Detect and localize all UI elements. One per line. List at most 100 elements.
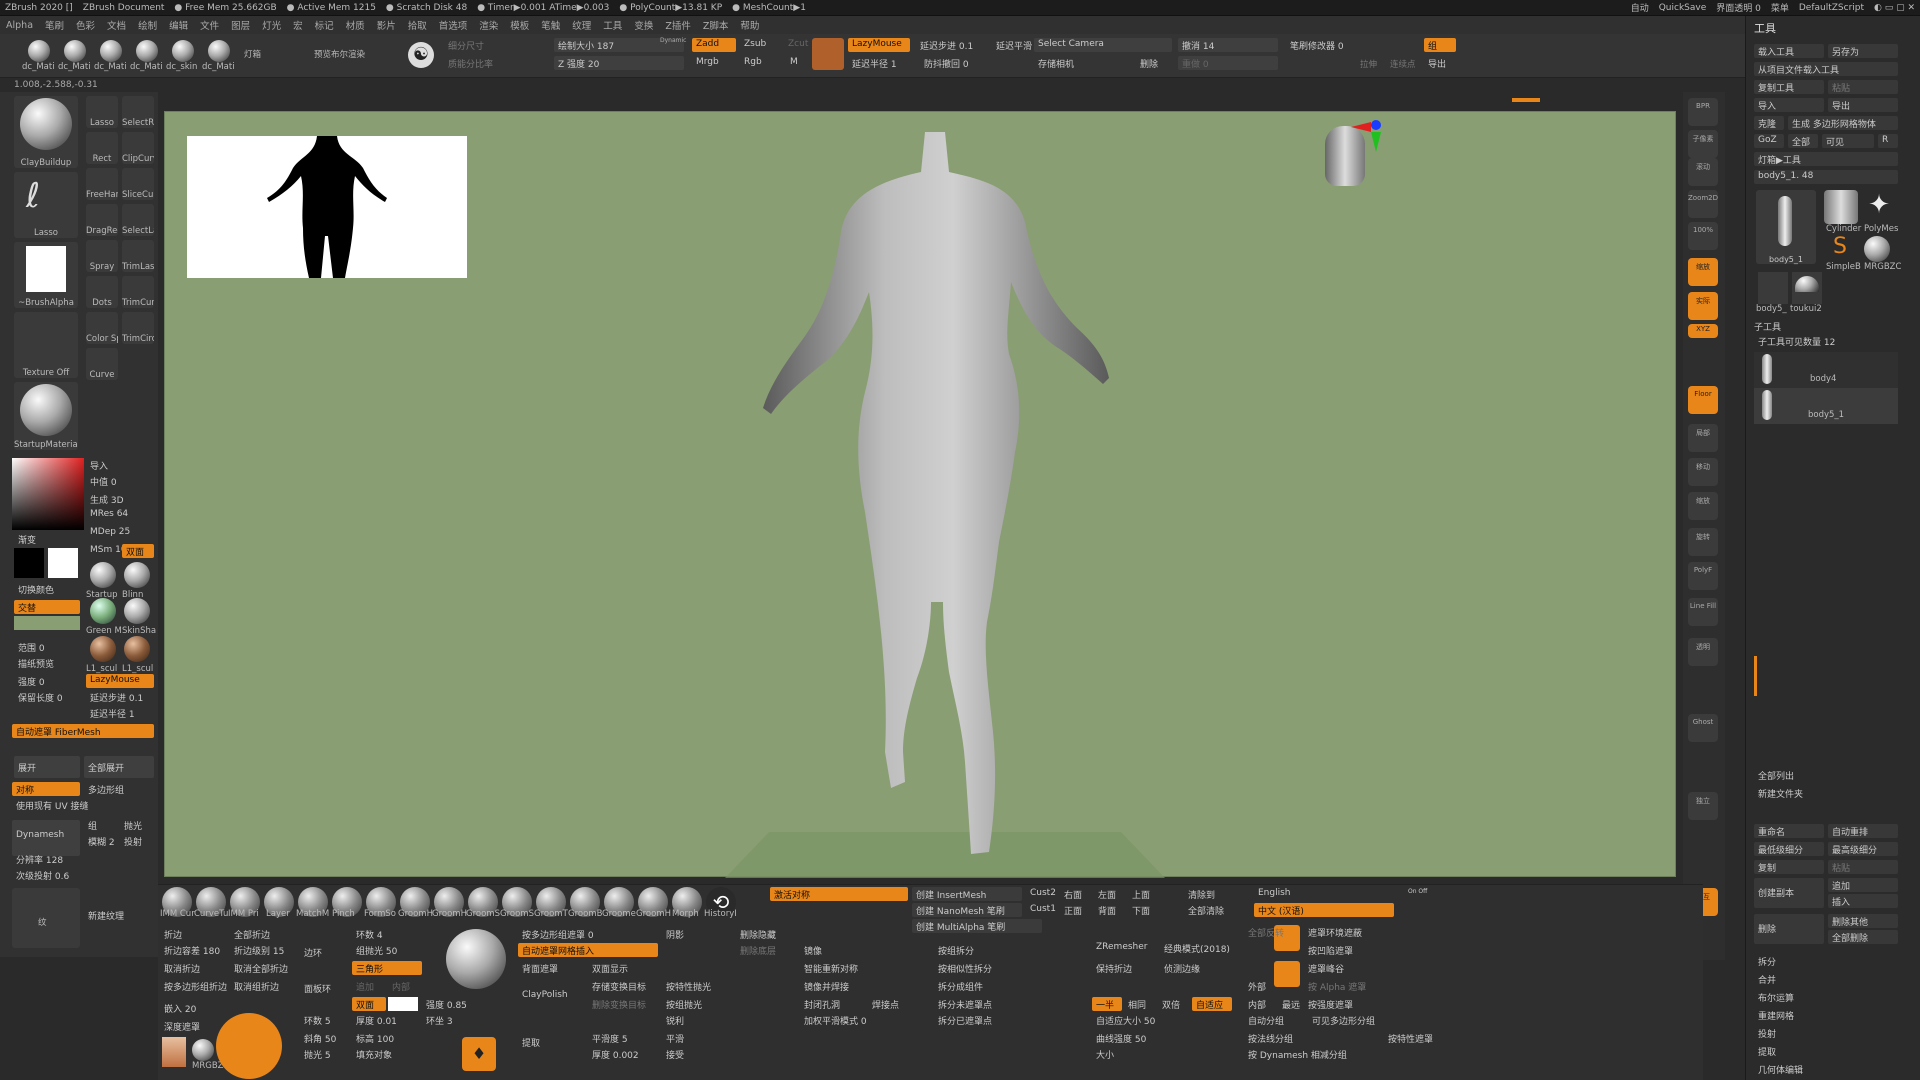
inner-toggle[interactable]: 内部 (1244, 997, 1272, 1011)
subtool-item-selected[interactable]: body5_1 (1754, 388, 1898, 424)
material-startup[interactable] (90, 562, 116, 588)
current-tool-slider[interactable]: body5_1. 48 (1754, 170, 1898, 184)
bpr-render-button[interactable]: BPR (1688, 98, 1718, 126)
selectlasso-button[interactable]: SelectLa (122, 204, 154, 236)
rotate-button[interactable]: 旋转 (1688, 528, 1718, 556)
import-button[interactable]: 导入 (1754, 98, 1824, 112)
create-insertmesh-button[interactable]: 创建 InsertMesh (912, 887, 1022, 901)
menu-item[interactable]: 灯光 (262, 18, 281, 32)
append-button[interactable]: 追加 (1828, 878, 1898, 892)
visible-polygroup-button[interactable]: 可见多边形分组 (1308, 1013, 1408, 1027)
normal-group-button[interactable]: 按法线分组 (1244, 1031, 1304, 1045)
embed-slider[interactable]: 嵌入 20 (160, 1001, 230, 1015)
menu-item[interactable]: 文件 (200, 18, 219, 32)
solo-button[interactable]: 独立 (1688, 792, 1718, 820)
double-sided-toggle[interactable]: 双面 (122, 544, 154, 558)
clear-all-button[interactable]: 全部清除 (1184, 903, 1244, 917)
lazyradius-slider[interactable]: 延迟半径 1 (86, 706, 154, 720)
auto-reorder-button[interactable]: 自动重排 (1828, 824, 1898, 838)
undo-slider[interactable]: 撤消 14 (1178, 38, 1278, 52)
rgb-button[interactable]: Rgb (740, 56, 780, 70)
project-toggle[interactable]: 投射 (120, 834, 154, 848)
tool-thumb-body[interactable]: body5_1 (1756, 190, 1816, 264)
material-button[interactable]: StartupMaterial (14, 382, 78, 450)
material-swatch[interactable] (100, 40, 122, 62)
select-camera-button[interactable]: Select Camera (1034, 38, 1172, 52)
group-polish-slider[interactable]: 组抛光 50 (352, 943, 422, 957)
floor-button[interactable]: Floor (1688, 386, 1718, 414)
mask-cavity-button[interactable]: 按凹陷遮罩 (1304, 943, 1404, 957)
slicecurve-button[interactable]: SliceCur (122, 168, 154, 200)
menu-item[interactable]: Z脚本 (703, 18, 729, 32)
mid-slider[interactable]: 中值 0 (86, 474, 154, 488)
subpixel-button[interactable]: 子像素 (1688, 130, 1718, 158)
brush-modifier-slider[interactable]: 笔刷修改器 0 (1286, 38, 1416, 52)
menu-item[interactable]: 首选项 (439, 18, 468, 32)
view-back-button[interactable]: 背面 (1094, 903, 1124, 917)
tool-thumb-polymesh[interactable]: ✦ (1862, 190, 1896, 224)
back-mask-button[interactable]: 背面遮罩 (518, 961, 588, 975)
detect-edges-toggle[interactable]: 侦测边缘 (1160, 961, 1220, 975)
crease-button[interactable]: 折边 (160, 927, 230, 941)
background-color-swatch[interactable] (14, 616, 80, 630)
material-l1-sculpt[interactable] (124, 636, 150, 662)
zoom2d-button[interactable]: Zoom2D (1688, 190, 1718, 218)
symmetry-toggle[interactable]: 对称 (12, 782, 80, 796)
crease-all-button[interactable]: 全部折边 (230, 927, 300, 941)
export-button[interactable]: 导出 (1828, 98, 1898, 112)
load-tool-button[interactable]: 载入工具 (1754, 44, 1824, 58)
dynamic-toggle[interactable]: Dynamic (660, 37, 686, 44)
preview-sphere[interactable] (446, 929, 506, 989)
zcut-button[interactable]: Zcut (784, 38, 814, 52)
mask-strength-button[interactable]: 按强度遮罩 (1304, 997, 1404, 1011)
menu-item[interactable]: Alpha (6, 20, 33, 31)
adaptive-size-slider[interactable]: 自适应大小 50 (1092, 1013, 1192, 1027)
insert-button[interactable]: 插入 (1828, 894, 1898, 908)
loops5-slider[interactable]: 环数 5 (300, 1013, 350, 1027)
brush-alpha-button[interactable]: ~BrushAlpha (14, 242, 78, 308)
dragrect-button[interactable]: DragRect (86, 204, 118, 236)
dynamesh-button[interactable]: Dynamesh (12, 820, 80, 856)
lazyradius-slider[interactable]: 延迟半径 1 (848, 56, 918, 70)
auto-mask-mesh-insert[interactable]: 自动遮罩网格插入 (518, 943, 658, 957)
activate-symmetry-toggle[interactable]: 激活对称 (770, 887, 908, 901)
panel-loops-button[interactable]: 面板环 (300, 981, 350, 995)
redo-slider[interactable]: 重做 0 (1178, 56, 1278, 70)
inner-toggle[interactable]: 内部 (388, 979, 422, 993)
split-masked-button[interactable]: 拆分已遮罩点 (934, 1013, 1024, 1027)
clipcurve-button[interactable]: ClipCurv (122, 132, 154, 164)
weld-points-button[interactable]: 焊接点 (868, 997, 928, 1011)
intensity-slider[interactable]: 强度 0.85 (422, 997, 482, 1011)
mirror-weld-button[interactable]: 镜像并焊接 (800, 979, 900, 993)
adaptive-toggle[interactable]: 自适应 (1192, 997, 1232, 1011)
menu-toggle[interactable]: 菜单 (1771, 1, 1789, 14)
lazysmooth-slider[interactable]: 延迟平滑 1 (992, 38, 1034, 52)
gen3d-button[interactable]: 生成 3D (86, 492, 154, 506)
bevel-slider[interactable]: 斜角 50 (300, 1031, 350, 1045)
selectrect-button[interactable]: SelectR (122, 96, 154, 128)
mrgbz-grabber-icon[interactable] (192, 1039, 214, 1061)
linefill-button[interactable]: Line Fill (1688, 598, 1718, 626)
goz-button[interactable]: GoZ (1754, 134, 1784, 148)
ghost-button[interactable]: Ghost (1688, 714, 1718, 742)
uncrease-group-button[interactable]: 取消组折边 (230, 979, 300, 993)
crease-tolerance-slider[interactable]: 折边容差 180 (160, 943, 226, 957)
feature-polish-button[interactable]: 按特性抛光 (662, 979, 752, 993)
texture-thumb[interactable] (162, 1037, 186, 1067)
visible-button[interactable]: 可见 (1822, 134, 1874, 148)
scale-button[interactable]: 缩放 (1688, 258, 1718, 286)
menu-item[interactable]: 材质 (346, 18, 365, 32)
delete-lower-button[interactable]: 删除底层 (736, 943, 796, 957)
range-slider[interactable]: 范围 0 (14, 640, 80, 654)
window-controls-icon[interactable]: ◐ ▭ ▢ ✕ (1874, 3, 1915, 13)
mask-ambient-button[interactable]: 遮罩环境遮蔽 (1304, 925, 1404, 939)
delete-morph-button[interactable]: 删除变换目标 (588, 997, 658, 1011)
polygroup-button[interactable]: 多边形组 (84, 782, 154, 796)
cust1-button[interactable]: Cust1 (1026, 903, 1058, 917)
script-label[interactable]: DefaultZScript (1799, 3, 1864, 13)
size-slider[interactable]: 大小 (1092, 1047, 1152, 1061)
material-swatch[interactable] (136, 40, 158, 62)
local-button[interactable]: 局部 (1688, 424, 1718, 452)
import-button[interactable]: 导入 (86, 458, 154, 472)
loop-count-slider[interactable]: 环数 4 (352, 927, 422, 941)
